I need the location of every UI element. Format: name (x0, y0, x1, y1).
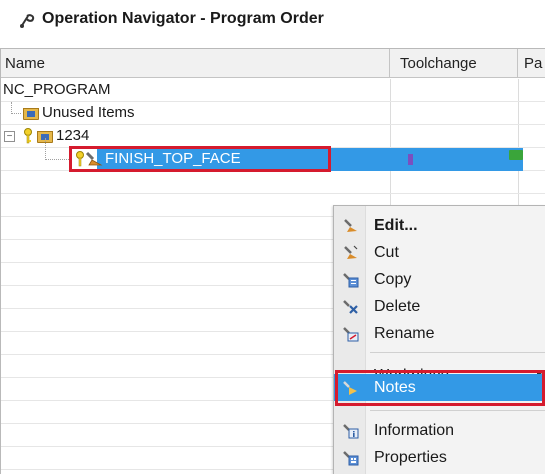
menu-item-edit[interactable]: Edit... (334, 212, 545, 239)
menu-item-label: Cut (374, 244, 399, 261)
tree-item-label: Unused Items (42, 104, 135, 121)
tree-header: Name Toolchange Pa (1, 49, 545, 78)
menu-item-information[interactable]: Information (334, 417, 545, 444)
menu-item-label: Delete (374, 298, 421, 315)
menu-separator (370, 352, 545, 353)
key-icon (24, 128, 32, 144)
unused-folder-icon (23, 108, 39, 120)
menu-item-label: Properties (374, 449, 447, 466)
menu-item-label: Edit... (374, 217, 418, 234)
properties-icon (343, 451, 359, 466)
navigator-title-bar: Operation Navigator - Program Order (0, 0, 545, 40)
information-icon (343, 424, 359, 439)
navigator-title: Operation Navigator - Program Order (42, 10, 324, 27)
tree-row-finish-top-face[interactable]: FINISH_TOP_FACE (1, 138, 545, 172)
operation-highlight-outline (69, 146, 331, 172)
menu-item-cut[interactable]: Cut (334, 239, 545, 266)
tree-row-group-1234[interactable]: − 1234 (1, 125, 545, 148)
menu-item-delete[interactable]: Delete (334, 293, 545, 320)
menu-item-label: Information (374, 422, 455, 439)
cut-icon (344, 245, 358, 259)
menu-item-properties[interactable]: Properties (334, 444, 545, 471)
copy-icon (343, 273, 359, 288)
navigator-icon (20, 14, 35, 28)
tree-connector (11, 102, 21, 114)
path-status-mark (509, 150, 523, 160)
collapse-toggle[interactable]: − (4, 131, 15, 142)
notes-highlight-outline (335, 370, 545, 406)
menu-separator (370, 410, 545, 411)
tree-row-empty (1, 171, 545, 194)
tree-connector (45, 138, 69, 160)
delete-icon (343, 300, 358, 314)
tree-item-label: NC_PROGRAM (3, 81, 111, 98)
column-header-toolchange[interactable]: Toolchange (390, 49, 518, 78)
tree-row-unused-items[interactable]: Unused Items (1, 102, 545, 125)
menu-item-copy[interactable]: Copy (334, 266, 545, 293)
menu-item-label: Rename (374, 325, 435, 342)
context-menu: Edit... Cut Copy Delete Rename Notes Inf… (333, 205, 545, 474)
tree-row-nc-program[interactable]: NC_PROGRAM (1, 79, 545, 102)
column-header-path[interactable]: Pa (518, 49, 545, 78)
column-header-name[interactable]: Name (1, 49, 390, 78)
edit-icon (344, 219, 357, 232)
rename-icon (343, 327, 359, 342)
toolchange-mark (408, 154, 413, 165)
menu-item-label: Copy (374, 271, 412, 288)
menu-item-rename[interactable]: Rename (334, 320, 545, 347)
